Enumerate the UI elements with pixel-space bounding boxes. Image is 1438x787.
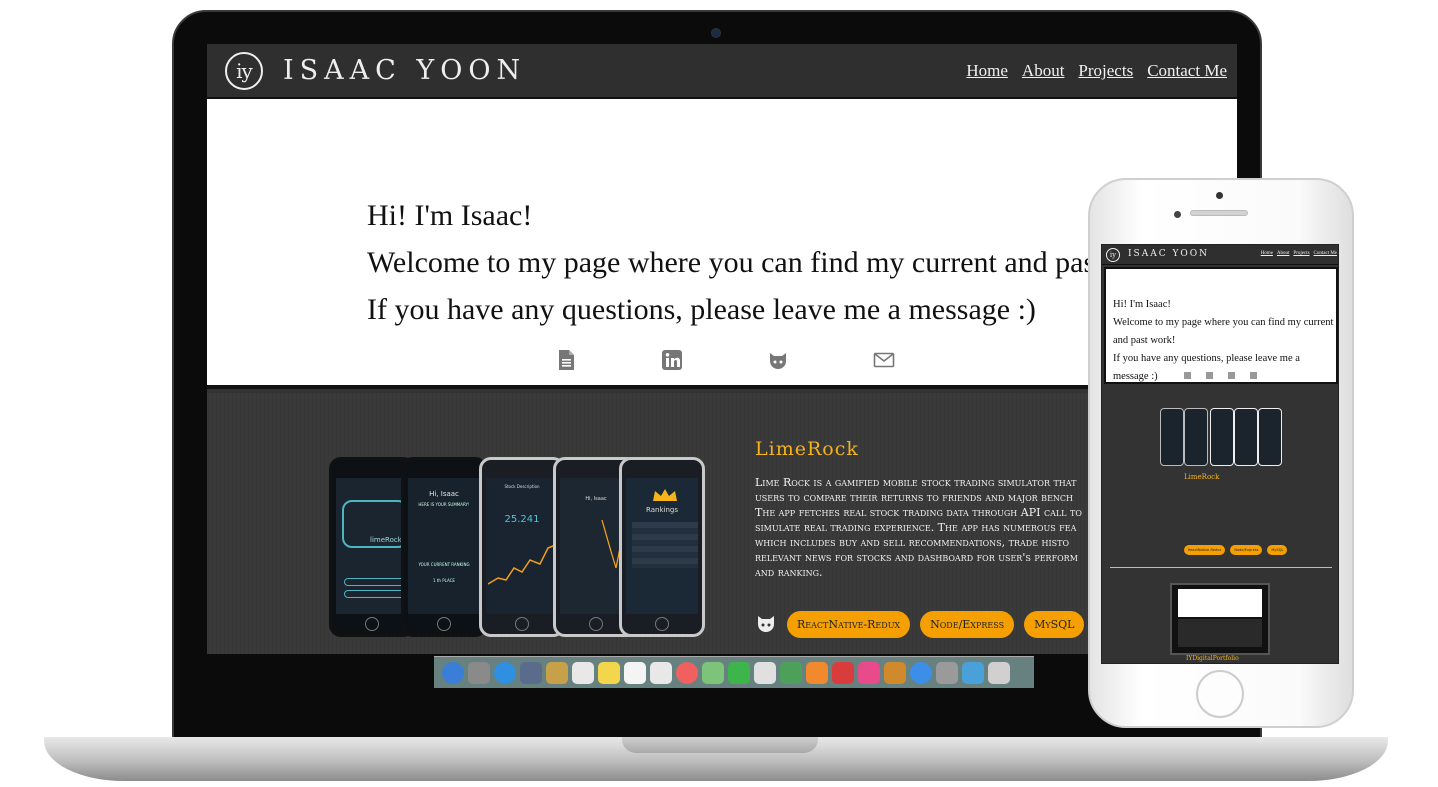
nav-about[interactable]: About <box>1022 61 1065 81</box>
document-icon[interactable] <box>555 349 577 371</box>
mail-icon[interactable] <box>1250 372 1257 379</box>
dock-app-icon[interactable] <box>962 661 984 684</box>
document-icon[interactable] <box>1184 372 1191 379</box>
tag-reactnative[interactable]: ReactNative-Redux <box>787 611 911 638</box>
phone-home-button[interactable] <box>1196 670 1244 718</box>
social-links <box>555 349 895 371</box>
tag-node-express[interactable]: Node/Express <box>920 611 1015 638</box>
laptop-notch <box>622 737 818 753</box>
nav-projects[interactable]: Projects <box>1078 61 1133 81</box>
mobile-hero-line: and past work! <box>1113 335 1176 346</box>
dock-app-icon[interactable] <box>546 661 568 684</box>
tag-mysql[interactable]: MySQL <box>1024 611 1085 638</box>
app-stock-title: Stock Description <box>504 484 540 489</box>
app-screen-label: limeRock <box>370 536 402 544</box>
main-nav: Home About Projects Contact Me <box>966 61 1227 81</box>
phone-front-camera <box>1216 192 1223 199</box>
app-ranking: YOUR CURRENT RANKING <box>418 562 470 567</box>
mobile-header: iy ISAAC YOON Home About Projects Contac… <box>1102 245 1338 265</box>
dock-app-icon[interactable] <box>910 661 932 684</box>
app-stock-chart <box>488 543 559 585</box>
mobile-tag-reactnative[interactable]: ReactNative-Redux <box>1184 545 1226 555</box>
site-header: iy ISAAC YOON Home About Projects Contac… <box>207 44 1237 99</box>
dock-app-icon[interactable] <box>598 661 620 684</box>
mobile-hero-line: Welcome to my page where you can find my… <box>1113 317 1334 328</box>
dock-app-icon[interactable] <box>650 661 672 684</box>
mobile-nav-about[interactable]: About <box>1277 251 1290 256</box>
dock-app-icon[interactable] <box>494 661 516 684</box>
linkedin-icon[interactable] <box>661 349 683 371</box>
mobile-nav: Home About Projects Contact Me <box>1261 251 1337 256</box>
hero-welcome: Welcome to my page where you can find my… <box>367 246 1183 279</box>
crown-icon <box>653 489 677 501</box>
dock-app-icon[interactable] <box>936 661 958 684</box>
phone-screen: iy ISAAC YOON Home About Projects Contac… <box>1101 244 1339 664</box>
mobile-social-links <box>1184 372 1257 379</box>
hero-section: Hi! I'm Isaac! Welcome to my page where … <box>207 99 1237 389</box>
dock-app-icon[interactable] <box>858 661 880 684</box>
mobile-project-title[interactable]: LimeRock <box>1184 473 1219 481</box>
dock-app-icon[interactable] <box>468 661 490 684</box>
dock-app-icon[interactable] <box>676 661 698 684</box>
project-screenshots: limeRock Hi, Isaac HERE IS YOUR SUMMARY!… <box>329 457 705 637</box>
dock-app-icon[interactable] <box>754 661 776 684</box>
mobile-project-screenshots <box>1160 408 1284 466</box>
mobile-tag-node-express[interactable]: Node/Express <box>1230 545 1263 555</box>
dock-app-icon[interactable] <box>442 661 464 684</box>
mobile-project-tags: ReactNative-Redux Node/Express MySQL <box>1184 545 1288 555</box>
hero-greeting: Hi! I'm Isaac! <box>367 199 533 232</box>
project-tags: ReactNative-Redux Node/Express MySQL <box>755 611 1085 638</box>
dock-app-icon[interactable] <box>780 661 802 684</box>
mobile-logo[interactable]: iy <box>1106 248 1120 262</box>
github-icon[interactable] <box>1228 372 1235 379</box>
dock-app-icon[interactable] <box>572 661 594 684</box>
mobile-next-project-title[interactable]: IYDigitalPortfolio <box>1186 655 1239 662</box>
mobile-divider <box>1110 567 1332 568</box>
mobile-tag-mysql[interactable]: MySQL <box>1267 545 1288 555</box>
dock-app-icon[interactable] <box>520 661 542 684</box>
app-screen-rankings: Rankings <box>619 457 705 637</box>
app-place: 1 th PLACE <box>433 578 455 583</box>
mobile-hero-line: If you have any questions, please leave … <box>1113 353 1300 382</box>
app-summary: HERE IS YOUR SUMMARY! <box>418 502 470 507</box>
mobile-hero-line: Hi! I'm Isaac! <box>1113 299 1171 310</box>
site-logo[interactable]: iy <box>225 52 263 90</box>
project-section: limeRock Hi, Isaac HERE IS YOUR SUMMARY!… <box>207 393 1237 654</box>
mobile-hero: Hi! I'm Isaac! Welcome to my page where … <box>1104 267 1338 384</box>
dock-app-icon[interactable] <box>806 661 828 684</box>
dock-app-icon[interactable] <box>728 661 750 684</box>
dock-app-icon[interactable] <box>702 661 724 684</box>
mobile-nav-contact[interactable]: Contact Me <box>1314 251 1337 256</box>
device-mockup-stage: iy ISAAC YOON Home About Projects Contac… <box>0 0 1438 787</box>
mobile-nav-projects[interactable]: Projects <box>1293 251 1309 256</box>
laptop-screen: iy ISAAC YOON Home About Projects Contac… <box>207 44 1237 654</box>
laptop-camera <box>711 28 721 38</box>
github-icon[interactable] <box>767 349 789 371</box>
nav-contact[interactable]: Contact Me <box>1147 61 1227 81</box>
dock-app-icon[interactable] <box>884 661 906 684</box>
hero-text: Hi! I'm Isaac! Welcome to my page where … <box>367 192 1183 333</box>
mail-icon[interactable] <box>873 349 895 371</box>
app-stock-value: 25.241 <box>504 514 540 525</box>
dock-app-icon[interactable] <box>988 661 1010 684</box>
dock-app-icon[interactable] <box>832 661 854 684</box>
linkedin-icon[interactable] <box>1206 372 1213 379</box>
github-icon[interactable] <box>755 612 777 638</box>
project-title[interactable]: LimeRock <box>755 438 859 460</box>
app-greeting: Hi, Isaac <box>429 490 459 498</box>
app-screen-dashboard: Hi, Isaac HERE IS YOUR SUMMARY! YOUR CUR… <box>401 457 487 637</box>
mobile-next-project-screenshot <box>1170 583 1270 655</box>
mobile-site-name: ISAAC YOON <box>1128 249 1210 259</box>
app-rankings-title: Rankings <box>646 506 678 514</box>
hero-message: If you have any questions, please leave … <box>367 293 1036 326</box>
site-name: ISAAC YOON <box>283 55 527 86</box>
mobile-nav-home[interactable]: Home <box>1261 251 1273 256</box>
nav-home[interactable]: Home <box>966 61 1008 81</box>
phone-speaker <box>1190 210 1248 216</box>
dock-app-icon[interactable] <box>624 661 646 684</box>
phone-sensor <box>1174 211 1181 218</box>
macos-dock <box>434 656 1034 688</box>
